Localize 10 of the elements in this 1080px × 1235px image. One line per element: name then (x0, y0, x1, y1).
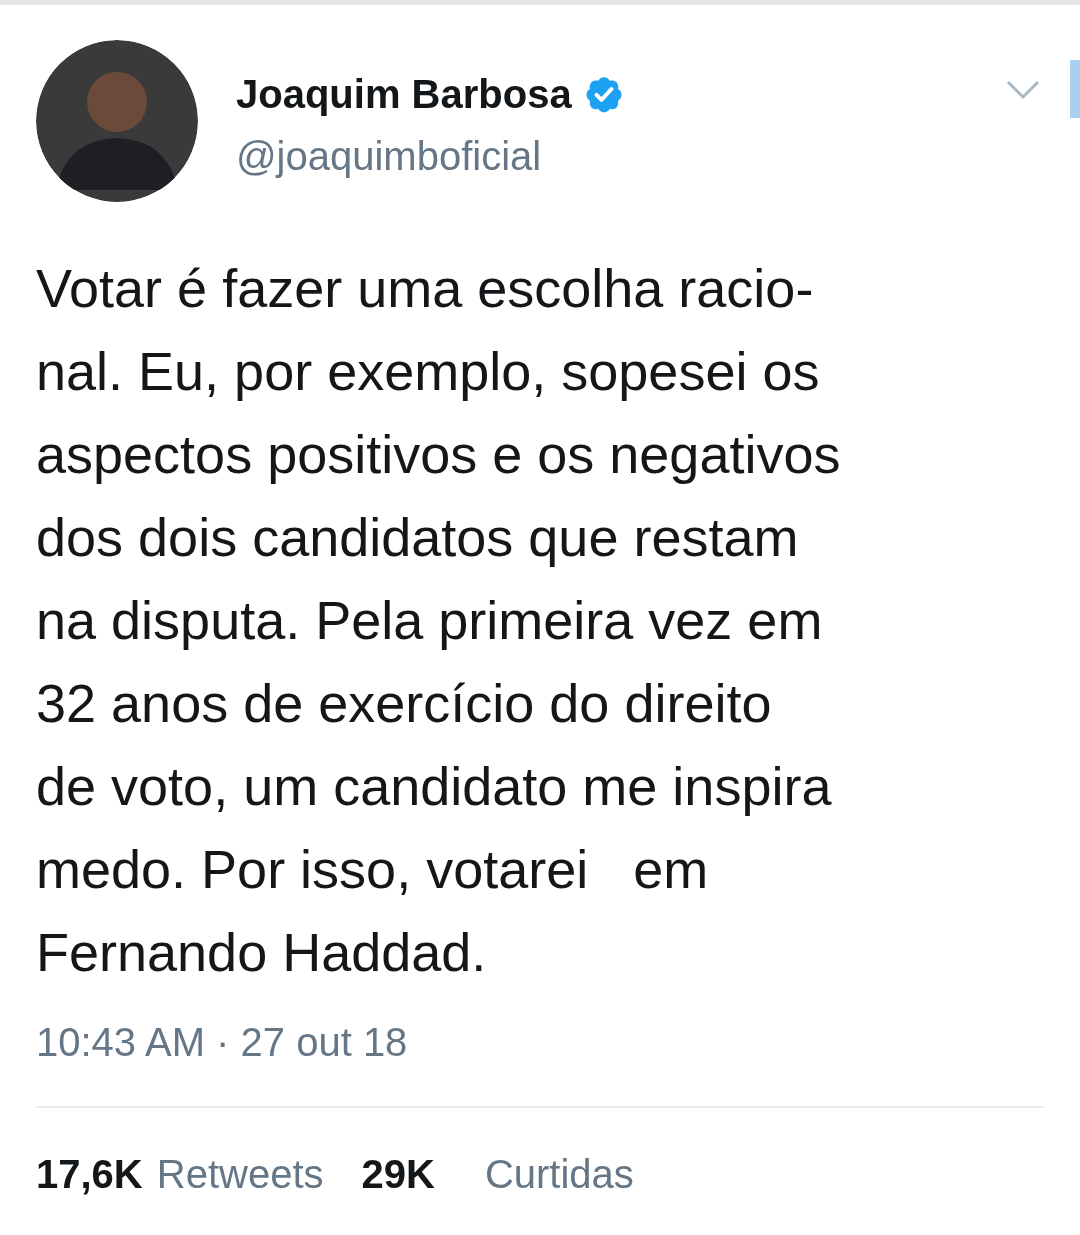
chevron-down-icon[interactable] (1006, 80, 1040, 100)
stat-label[interactable]: Curtidas (484, 1150, 634, 1198)
tweet-text: Votar é fazer uma escolha racio- nal. Eu, por exemplo, sopesei os aspectos positivos e os negativos dos dois candidatos que restam na disputa. Pela primeira vez em 32 anos de exercício do direito de voto, um candidato me inspira medo. Por isso, votarei em Fernando Haddad. (36, 257, 842, 984)
timestamp: 10:43 AM · 27 out 18 (36, 1019, 409, 1066)
author-handle: @joaquimboficial (236, 133, 543, 180)
scroll-indicator (1070, 60, 1080, 118)
author-name: Joaquim Barbosa (236, 71, 572, 118)
stat-label[interactable]: Retweets (156, 1150, 324, 1198)
stat-count: 29K (361, 1151, 435, 1198)
stat-count: 17,6K (36, 1151, 143, 1198)
